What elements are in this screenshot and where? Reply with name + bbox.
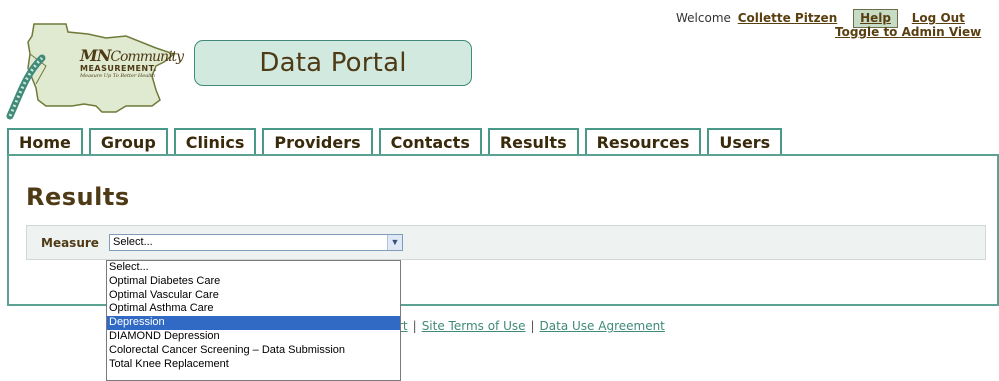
portal-title: Data Portal (194, 40, 472, 86)
help-link[interactable]: Help (860, 11, 891, 25)
welcome-text: Welcome (676, 11, 731, 25)
data-use-agreement-link[interactable]: Data Use Agreement (540, 319, 665, 333)
dropdown-option-highlighted[interactable]: Depression (107, 316, 400, 330)
measure-label: Measure (41, 236, 99, 250)
logo-tagline: Measure Up To Better Health (80, 73, 156, 79)
chevron-down-icon[interactable]: ▼ (387, 235, 402, 250)
tab-results[interactable]: Results (487, 128, 579, 154)
toggle-admin-view-link[interactable]: Toggle to Admin View (835, 25, 981, 39)
page-title: Results (26, 183, 130, 211)
footer-links: rt | Site Terms of Use | Data Use Agreement (398, 319, 665, 333)
tab-clinics[interactable]: Clinics (173, 128, 257, 154)
logout-link[interactable]: Log Out (912, 11, 965, 25)
footer-separator: | (530, 319, 535, 333)
logo-measurement-text: MEASUREMENT. (80, 64, 157, 73)
dropdown-option[interactable]: Total Knee Replacement (107, 358, 400, 372)
measure-filter-box: Measure Select... ▼ (26, 225, 986, 260)
logo-mn-text: MN (80, 46, 111, 65)
dropdown-option[interactable]: DIAMOND Depression (107, 330, 400, 344)
measure-select-value: Select... (113, 236, 153, 248)
measure-select[interactable]: Select... ▼ (109, 234, 403, 251)
dropdown-option[interactable]: Select... (107, 261, 400, 275)
footer-separator: | (412, 319, 417, 333)
logo-community-text: Community (110, 49, 184, 65)
tab-home[interactable]: Home (7, 128, 83, 154)
mn-community-measurement-logo: MNCommunity MEASUREMENT. Measure Up To B… (6, 14, 192, 122)
user-name-link[interactable]: Collette Pitzen (738, 11, 838, 25)
measure-dropdown-list: Select... Optimal Diabetes Care Optimal … (106, 260, 401, 381)
site-terms-link[interactable]: Site Terms of Use (422, 319, 526, 333)
tab-users[interactable]: Users (707, 128, 783, 154)
tab-contacts[interactable]: Contacts (378, 128, 482, 154)
tab-resources[interactable]: Resources (584, 128, 702, 154)
dropdown-option[interactable]: Optimal Asthma Care (107, 302, 400, 316)
logo-wordmark: MNCommunity MEASUREMENT. Measure Up To B… (80, 46, 198, 80)
main-tabs: Home Group Clinics Providers Contacts Re… (7, 128, 788, 154)
tab-group[interactable]: Group (88, 128, 168, 154)
dropdown-option[interactable]: Optimal Vascular Care (107, 289, 400, 303)
tab-providers[interactable]: Providers (262, 128, 373, 154)
dropdown-option[interactable]: Optimal Diabetes Care (107, 275, 400, 289)
dropdown-option[interactable]: Colorectal Cancer Screening – Data Submi… (107, 344, 400, 358)
